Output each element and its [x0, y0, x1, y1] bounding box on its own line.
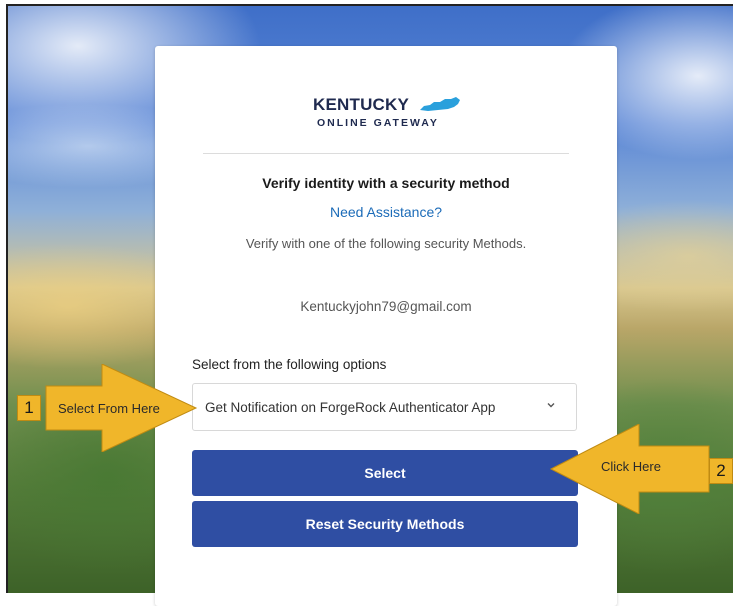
step-1-badge: 1: [17, 395, 41, 421]
logo-title: KENTUCKY: [313, 95, 410, 114]
page-title: Verify identity with a security method: [262, 175, 510, 191]
select-button[interactable]: Select: [192, 450, 578, 496]
kentucky-logo: KENTUCKY ONLINE GATEWAY: [313, 95, 463, 135]
need-assistance-link[interactable]: Need Assistance?: [155, 204, 617, 220]
login-card: KENTUCKY ONLINE GATEWAY Verify identity …: [155, 46, 617, 606]
security-method-select[interactable]: Get Notification on ForgeRock Authentica…: [192, 383, 577, 431]
step-2-label: Click Here: [601, 459, 661, 474]
divider: [203, 153, 569, 154]
selected-option: Get Notification on ForgeRock Authentica…: [205, 400, 496, 415]
step-1-label: Select From Here: [58, 401, 160, 416]
step-2-badge: 2: [709, 458, 733, 484]
options-label: Select from the following options: [192, 357, 387, 372]
reset-security-methods-button[interactable]: Reset Security Methods: [192, 501, 578, 547]
kentucky-state-icon: [420, 97, 460, 111]
chevron-down-icon: [547, 403, 555, 408]
user-email: Kentuckyjohn79@gmail.com: [300, 299, 472, 314]
instruction-text: Verify with one of the following securit…: [245, 236, 527, 251]
logo-subtitle: ONLINE GATEWAY: [317, 117, 439, 129]
